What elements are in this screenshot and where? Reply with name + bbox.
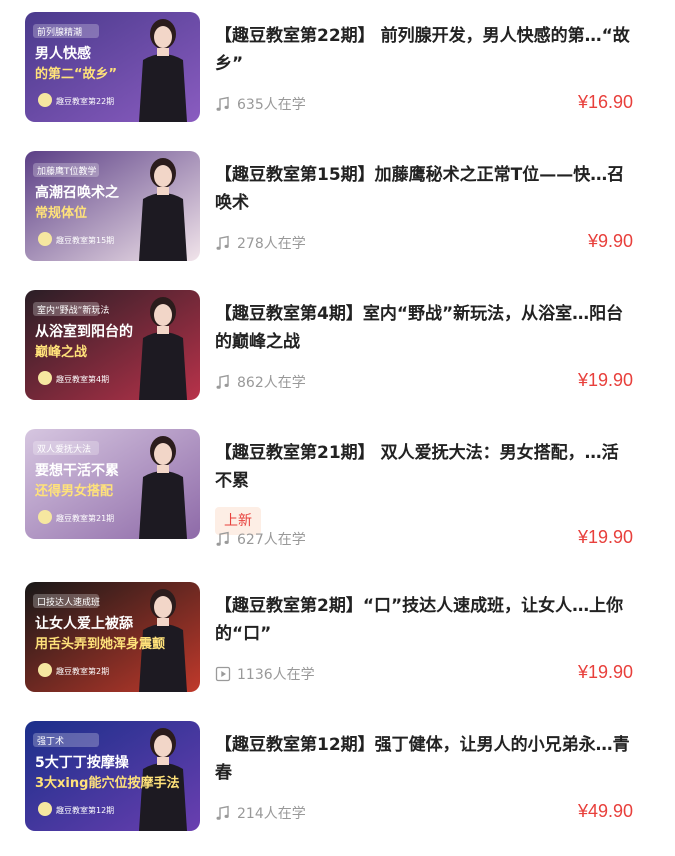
learner-count: 635人在学	[215, 94, 306, 114]
thumb-headline-1: 从浴室到阳台的	[35, 323, 133, 340]
thumb-headline-1: 高潮召唤术之	[35, 184, 119, 201]
course-price: ¥16.90	[577, 92, 633, 112]
course-thumbnail[interactable]: 前列腺精潮男人快感的第二“故乡” 趣豆教室第22期	[25, 12, 200, 122]
thumb-badge-text: 加藤鹰T位教学	[37, 165, 97, 177]
course-title[interactable]: 【趣豆教室第22期】 前列腺开发，男人快感的第…“故乡”	[215, 22, 635, 78]
thumb-footer-text: 趣豆教室第22期	[56, 96, 114, 106]
thumb-headline-2: 巅峰之战	[35, 344, 87, 360]
learner-count: 1136人在学	[215, 664, 315, 684]
brand-logo-icon	[38, 232, 52, 246]
course-thumbnail[interactable]: 加藤鹰T位教学高潮召唤术之 常规体位趣豆教室第15期	[25, 151, 200, 261]
course-list-item[interactable]: 口技达人速成班 让女人爱上被舔 用舌头弄到她浑身震颤 趣豆教室第2期 【趣豆教室第2期】…	[0, 582, 675, 692]
thumb-headline-2: 还得男女搭配	[34, 483, 113, 499]
course-title[interactable]: 【趣豆教室第2期】“口”技达人速成班，让女人…上你的“口”	[215, 592, 635, 648]
learner-count-text: 627人在学	[237, 532, 306, 548]
learner-count: 214人在学	[215, 803, 306, 823]
thumb-footer-text: 趣豆教室第12期	[56, 805, 114, 815]
course-title[interactable]: 【趣豆教室第4期】室内“野战”新玩法，从浴室…阳台的巅峰之战	[215, 300, 635, 356]
music-note-icon	[216, 531, 229, 546]
thumb-badge-text: 强丁术	[37, 735, 64, 747]
thumb-badge-text: 双人爱抚大法	[37, 443, 91, 455]
course-thumbnail-art: 口技达人速成班让女人爱上被舔用舌头弄到她浑身震颤趣豆教室第2期	[25, 582, 200, 692]
learner-count: 278人在学	[215, 233, 306, 253]
course-thumbnail[interactable]: 双人爱抚大法要想干活不累 还得男女搭配趣豆教室第21期	[25, 429, 200, 539]
course-price: ¥19.90	[577, 370, 633, 390]
course-thumbnail[interactable]: 强丁术 5大丁丁按摩操 3大xing能穴位按摩手法趣豆教室第12期	[25, 721, 200, 831]
course-price: ¥19.90	[577, 527, 633, 547]
thumb-headline-1: 让女人爱上被舔	[35, 615, 134, 632]
brand-logo-icon	[38, 93, 52, 107]
course-title[interactable]: 【趣豆教室第21期】 双人爱抚大法：男女搭配，…活不累	[215, 439, 635, 495]
thumb-badge-text: 口技达人速成班	[37, 596, 100, 608]
music-note-icon	[216, 374, 229, 389]
music-note-icon	[216, 235, 229, 250]
course-thumbnail[interactable]: 室内“野战”新玩法从浴室到阳台的 巅峰之战趣豆教室第4期	[25, 290, 200, 400]
course-price: ¥9.90	[587, 231, 633, 251]
learner-count-text: 214人在学	[237, 806, 306, 822]
learner-count: 862人在学	[215, 372, 306, 392]
thumb-footer-text: 趣豆教室第21期	[56, 513, 114, 523]
thumb-headline-2: 的第二“故乡”	[35, 66, 117, 82]
course-thumbnail[interactable]: 口技达人速成班让女人爱上被舔用舌头弄到她浑身震颤趣豆教室第2期	[25, 582, 200, 692]
course-list-item[interactable]: 双人爱抚大法 要想干活不累 还得男女搭配 趣豆教室第21期 【趣豆教室第21期】 双人爱…	[0, 429, 675, 548]
brand-logo-icon	[38, 371, 52, 385]
thumb-badge-text: 前列腺精潮	[37, 26, 82, 38]
thumb-headline-1: 要想干活不累	[35, 462, 119, 479]
course-list-item[interactable]: 前列腺精潮男人快感的第二“故乡” 趣豆教室第22期 【趣豆教室第22期】 前列腺开发…	[0, 12, 675, 122]
learner-count-text: 1136人在学	[237, 667, 315, 683]
thumb-badge-text: 室内“野战”新玩法	[37, 304, 109, 316]
thumb-headline-2: 常规体位	[35, 205, 87, 221]
thumb-headline-1: 男人快感	[35, 45, 91, 62]
learner-count-text: 278人在学	[237, 236, 306, 252]
play-video-icon	[215, 666, 231, 682]
thumb-footer-text: 趣豆教室第2期	[56, 666, 109, 676]
course-thumbnail-art: 强丁术 5大丁丁按摩操 3大xing能穴位按摩手法趣豆教室第12期	[25, 721, 200, 831]
music-note-icon	[216, 805, 229, 820]
course-thumbnail-art: 前列腺精潮男人快感的第二“故乡” 趣豆教室第22期	[25, 12, 200, 122]
music-note-icon	[216, 96, 229, 111]
thumb-headline-2: 3大xing能穴位按摩手法	[35, 775, 179, 791]
learner-count-text: 635人在学	[237, 97, 306, 113]
thumb-footer-text: 趣豆教室第4期	[56, 374, 109, 384]
course-title[interactable]: 【趣豆教室第12期】强丁健体，让男人的小兄弟永…青春	[215, 731, 635, 787]
course-thumbnail-art: 加藤鹰T位教学高潮召唤术之常规体位趣豆教室第15期	[25, 151, 200, 261]
thumb-footer-text: 趣豆教室第15期	[56, 235, 114, 245]
brand-logo-icon	[38, 802, 52, 816]
course-thumbnail-art: 室内“野战”新玩法从浴室到阳台的巅峰之战趣豆教室第4期	[25, 290, 200, 400]
course-price: ¥19.90	[577, 662, 633, 682]
course-list-item[interactable]: 加藤鹰T位教学 高潮召唤术之 常规体位 趣豆教室第15期 【趣豆教室第15期】加藤鹰秘术…	[0, 151, 675, 261]
learner-count: 627人在学	[215, 529, 306, 549]
brand-logo-icon	[38, 510, 52, 524]
brand-logo-icon	[38, 663, 52, 677]
course-list-item[interactable]: 强丁术 5大丁丁按摩操 3大xing能穴位按摩手法趣豆教室第12期 【趣豆教室第12期…	[0, 721, 675, 831]
course-list: 前列腺精潮男人快感的第二“故乡” 趣豆教室第22期 【趣豆教室第22期】 前列腺开发…	[0, 0, 675, 856]
thumb-headline-2: 用舌头弄到她浑身震颤	[34, 636, 165, 652]
course-thumbnail-art: 双人爱抚大法要想干活不累还得男女搭配趣豆教室第21期	[25, 429, 200, 539]
course-title[interactable]: 【趣豆教室第15期】加藤鹰秘术之正常T位——快…召唤术	[215, 161, 635, 217]
course-price: ¥49.90	[577, 801, 633, 821]
course-list-item[interactable]: 室内“野战”新玩法 从浴室到阳台的 巅峰之战 趣豆教室第4期 【趣豆教室第4期】室内“野…	[0, 290, 675, 400]
learner-count-text: 862人在学	[237, 375, 306, 391]
thumb-headline-1: 5大丁丁按摩操	[35, 754, 130, 771]
